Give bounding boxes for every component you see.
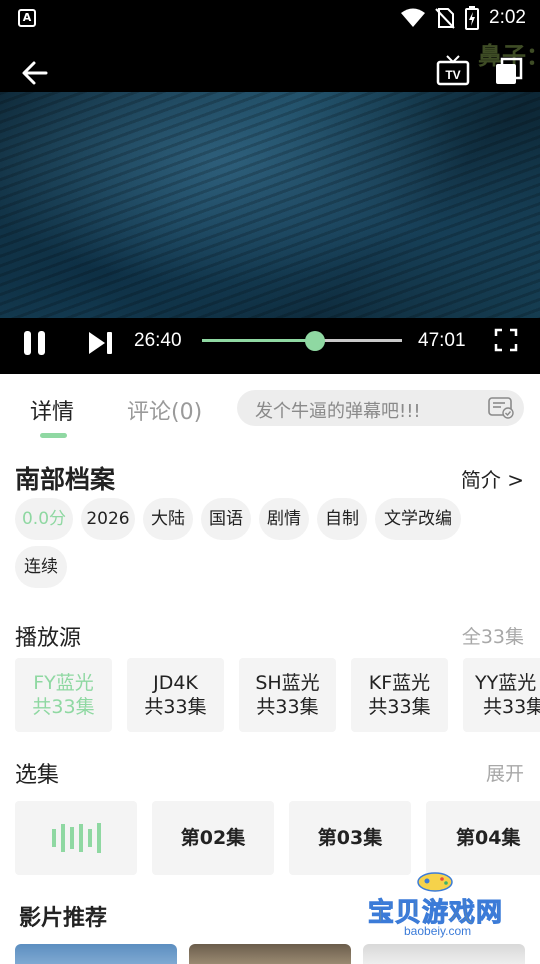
video-frame[interactable] [0, 92, 540, 318]
source-yy[interactable]: YY蓝光 共33集 [463, 658, 540, 732]
source-total: 全33集 [461, 626, 524, 648]
source-name: YY蓝光 [475, 672, 537, 694]
notification-icon: A [18, 9, 36, 27]
recommend-title: 影片推荐 [19, 906, 108, 931]
source-kf[interactable]: KF蓝光 共33集 [351, 658, 448, 732]
status-bar: A 2:02 [0, 0, 540, 36]
year-tag: 2026 [81, 498, 135, 540]
genre-tag: 剧情 [259, 498, 309, 540]
recommend-thumb[interactable] [363, 944, 525, 964]
video-player[interactable]: 鼻子： TV 26:40 47:01 [0, 36, 540, 374]
episode-03[interactable]: 第03集 [289, 801, 411, 875]
danmu-toggle-icon[interactable] [488, 397, 514, 419]
adaptation-tag: 文学改编 [375, 498, 461, 540]
source-name: KF蓝光 [368, 672, 431, 694]
tv-cast-icon[interactable]: TV [436, 54, 470, 88]
pause-icon[interactable] [20, 328, 50, 358]
movie-title: 南部档案 [15, 465, 116, 494]
back-arrow-icon[interactable] [18, 56, 52, 90]
seek-bar[interactable] [202, 331, 402, 351]
gamepad-icon [417, 872, 453, 892]
status-icons: 2:02 [401, 0, 526, 36]
source-count: 共33集 [368, 696, 431, 718]
source-count: 共33集 [32, 696, 95, 718]
language-tag: 国语 [201, 498, 251, 540]
source-section-title: 播放源 [15, 626, 82, 651]
source-count: 共33集 [256, 696, 319, 718]
source-count: 共33集 [483, 696, 540, 718]
battery-charging-icon [465, 6, 480, 30]
player-controls: 26:40 47:01 [0, 318, 540, 374]
wifi-icon [401, 8, 426, 27]
tab-detail[interactable]: 详情 [30, 394, 74, 426]
source-count: 共33集 [144, 696, 207, 718]
watermark-logo: 宝贝游戏网 baobeiy.com [364, 870, 514, 942]
skip-next-icon[interactable] [86, 328, 116, 358]
current-time: 26:40 [134, 330, 182, 351]
episode-playing[interactable] [15, 801, 137, 875]
episode-section-title: 选集 [15, 763, 60, 788]
region-tag: 大陆 [143, 498, 193, 540]
clock: 2:02 [489, 7, 526, 28]
detail-tabs: 详情 评论(0) 发个牛逼的弹幕吧!!! [0, 374, 540, 444]
no-sim-icon [435, 8, 455, 29]
fullscreen-icon[interactable] [494, 328, 518, 352]
source-name: JD4K [153, 672, 198, 694]
episode-04[interactable]: 第04集 [426, 801, 540, 875]
danmu-input[interactable]: 发个牛逼的弹幕吧!!! [237, 390, 524, 426]
tab-indicator [40, 433, 67, 438]
pip-icon[interactable] [494, 56, 524, 86]
duration-time: 47:01 [418, 330, 466, 351]
source-jd4k[interactable]: JD4K 共33集 [127, 658, 224, 732]
series-tag: 连续 [15, 546, 67, 588]
recommend-thumb[interactable] [189, 944, 351, 964]
tab-comment[interactable]: 评论(0) [127, 394, 202, 426]
svg-text:TV: TV [445, 68, 460, 82]
source-sh[interactable]: SH蓝光 共33集 [239, 658, 336, 732]
source-fy[interactable]: FY蓝光 共33集 [15, 658, 112, 732]
episode-02[interactable]: 第02集 [152, 801, 274, 875]
source-name: FY蓝光 [33, 672, 94, 694]
source-name: SH蓝光 [255, 672, 320, 694]
type-tag: 自制 [317, 498, 367, 540]
danmu-placeholder: 发个牛逼的弹幕吧!!! [255, 401, 421, 422]
episode-expand[interactable]: 展开 [486, 759, 524, 786]
watermark-url: baobeiy.com [404, 924, 472, 938]
playing-bars-icon [51, 801, 101, 875]
seek-thumb[interactable] [305, 331, 326, 351]
intro-link[interactable]: 简介 > [461, 464, 524, 493]
score-tag: 0.0分 [15, 498, 73, 540]
recommend-thumb[interactable] [15, 944, 177, 964]
seek-progress [202, 339, 316, 342]
